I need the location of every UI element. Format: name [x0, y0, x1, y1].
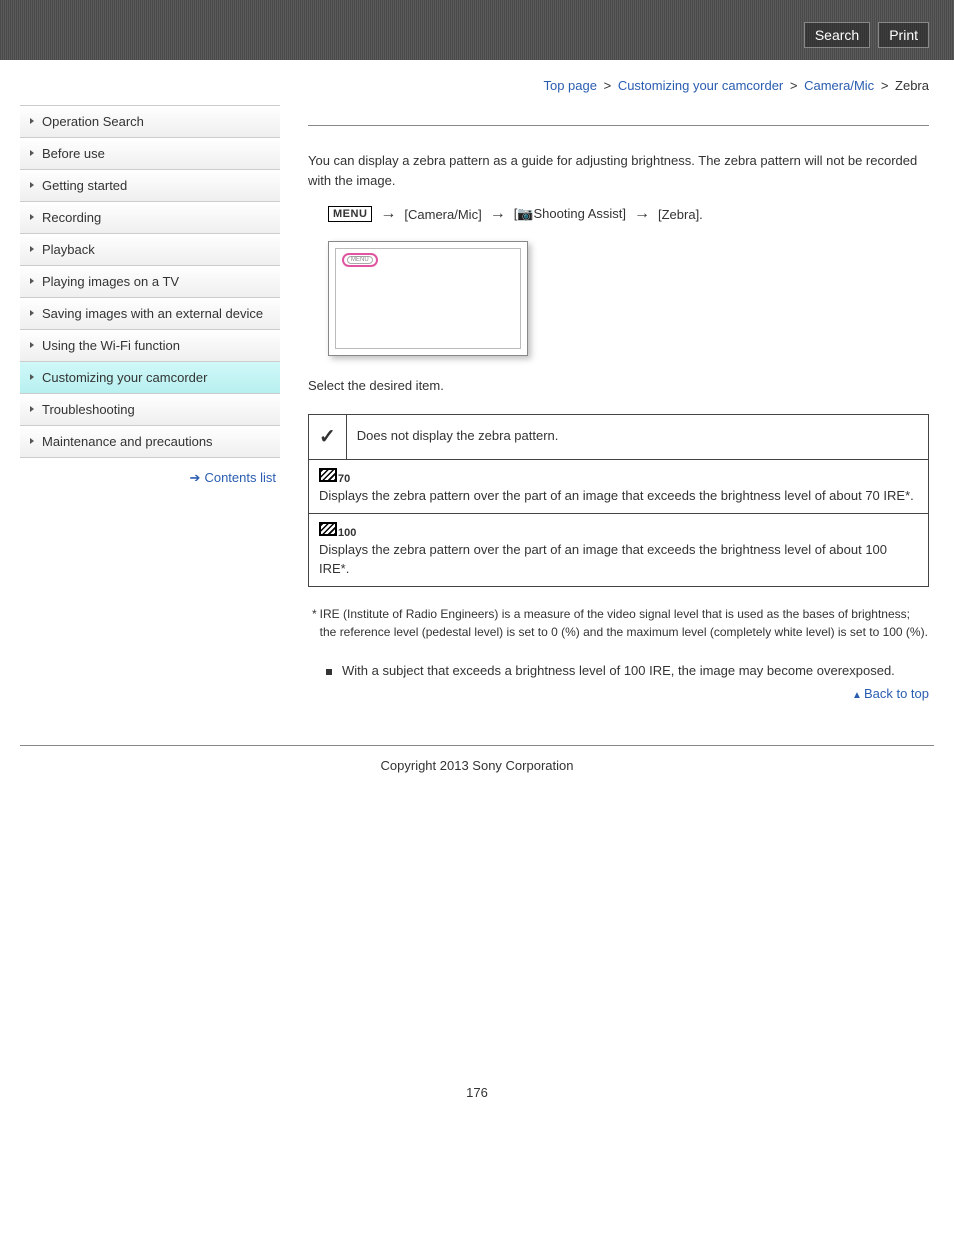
sidebar-item-recording[interactable]: Recording	[20, 202, 280, 234]
print-button[interactable]: Print	[878, 22, 929, 48]
intro-text: You can display a zebra pattern as a gui…	[308, 151, 929, 190]
path-camera-mic: [Camera/Mic]	[404, 207, 481, 222]
bullet-icon	[326, 669, 332, 675]
sidebar-item-using-the-wi-fi-function[interactable]: Using the Wi-Fi function	[20, 330, 280, 362]
menu-button-icon: MENU	[328, 206, 372, 222]
main-content: You can display a zebra pattern as a gui…	[280, 105, 934, 701]
option-off-row: ✓ Does not display the zebra pattern.	[309, 414, 929, 459]
sidebar-item-operation-search[interactable]: Operation Search	[20, 106, 280, 138]
arrow-right-icon: ➔	[190, 470, 201, 485]
arrow-icon: →	[380, 205, 396, 223]
check-icon: ✓	[309, 414, 347, 459]
sidebar-item-playing-images-on-a-tv[interactable]: Playing images on a TV	[20, 266, 280, 298]
sidebar-item-customizing-your-camcorder[interactable]: Customizing your camcorder	[20, 362, 280, 394]
sidebar-item-playback[interactable]: Playback	[20, 234, 280, 266]
menu-navigation-path: MENU → [Camera/Mic] → [📷Shooting Assist]…	[328, 205, 929, 223]
option-100-desc: Displays the zebra pattern over the part…	[319, 541, 918, 577]
overexposure-note: With a subject that exceeds a brightness…	[326, 663, 929, 678]
sidebar-item-saving-images-with-an-external-device[interactable]: Saving images with an external device	[20, 298, 280, 330]
sidebar-item-maintenance-and-precautions[interactable]: Maintenance and precautions	[20, 426, 280, 458]
breadcrumb-customizing[interactable]: Customizing your camcorder	[618, 78, 783, 93]
header-bar: Search Print	[0, 0, 954, 60]
option-100-row: 100 Displays the zebra pattern over the …	[309, 514, 929, 587]
sidebar-item-getting-started[interactable]: Getting started	[20, 170, 280, 202]
zebra-70-icon: 70	[319, 468, 350, 487]
sidebar-item-troubleshooting[interactable]: Troubleshooting	[20, 394, 280, 426]
option-off-desc: Does not display the zebra pattern.	[346, 414, 928, 459]
breadcrumb-top[interactable]: Top page	[543, 78, 597, 93]
lcd-preview: MENU	[328, 241, 528, 356]
path-shooting-assist: [📷Shooting Assist]	[514, 206, 626, 222]
copyright: Copyright 2013 Sony Corporation	[20, 745, 934, 785]
select-prompt: Select the desired item.	[308, 376, 929, 396]
triangle-up-icon: ▲	[852, 690, 862, 701]
preview-menu-highlight: MENU	[342, 253, 378, 267]
breadcrumb-camera-mic[interactable]: Camera/Mic	[804, 78, 874, 93]
search-button[interactable]: Search	[804, 22, 870, 48]
camera-assist-icon: 📷	[517, 206, 533, 221]
sidebar: Operation SearchBefore useGetting starte…	[20, 105, 280, 701]
arrow-icon: →	[490, 205, 506, 223]
breadcrumb: Top page > Customizing your camcorder > …	[0, 60, 954, 105]
contents-list-link[interactable]: Contents list	[204, 470, 276, 485]
arrow-icon: →	[634, 205, 650, 223]
breadcrumb-current: Zebra	[895, 78, 929, 93]
ire-footnote: * IRE (Institute of Radio Engineers) is …	[308, 605, 929, 641]
options-table: ✓ Does not display the zebra pattern. 70…	[308, 414, 929, 587]
zebra-100-icon: 100	[319, 522, 356, 541]
path-zebra: [Zebra].	[658, 207, 703, 222]
sidebar-item-before-use[interactable]: Before use	[20, 138, 280, 170]
option-70-desc: Displays the zebra pattern over the part…	[319, 487, 918, 505]
page-number: 176	[0, 1085, 954, 1100]
option-70-row: 70 Displays the zebra pattern over the p…	[309, 459, 929, 514]
back-to-top-link[interactable]: Back to top	[864, 686, 929, 701]
